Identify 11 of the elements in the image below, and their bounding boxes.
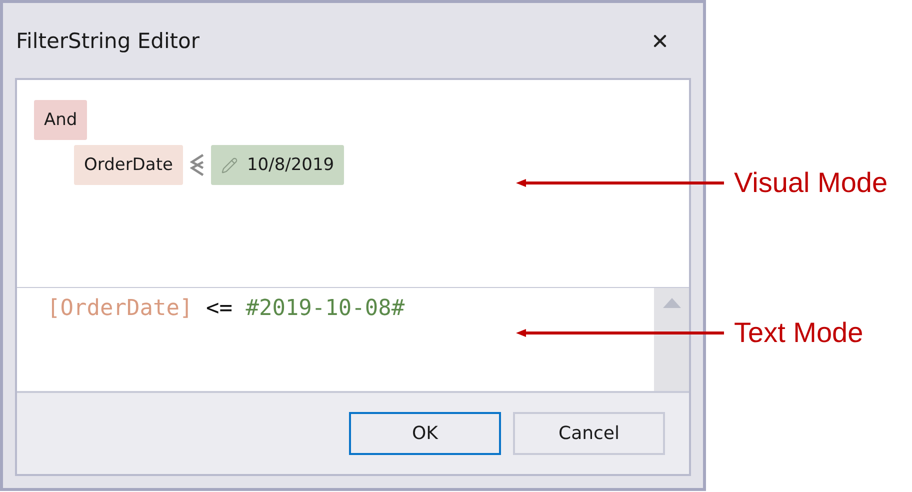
less-equal-icon[interactable]	[190, 154, 204, 176]
callout-label: Visual Mode	[734, 167, 888, 199]
cancel-button[interactable]: Cancel	[513, 412, 665, 455]
field-name[interactable]: OrderDate	[74, 145, 183, 185]
group-operator[interactable]: And	[34, 100, 88, 140]
value-editor[interactable]: 10/8/2019	[210, 145, 344, 185]
ok-button[interactable]: OK	[349, 412, 501, 455]
callout-label: Text Mode	[734, 317, 864, 349]
pencil-icon	[220, 156, 238, 174]
scrollbar[interactable]	[654, 288, 689, 391]
window-title: FilterString Editor	[16, 28, 200, 52]
